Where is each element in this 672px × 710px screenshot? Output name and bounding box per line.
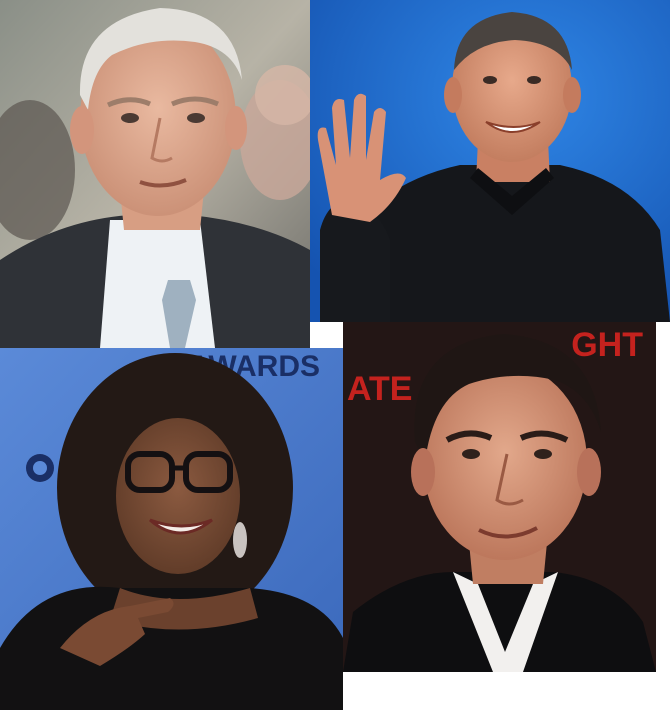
photo-tile-top-left (0, 0, 310, 348)
photo-tile-bottom-right: ATE GHT (343, 322, 656, 672)
poster-text-left: ATE (347, 370, 412, 408)
photo-tile-bottom-left: AWARDS (0, 348, 343, 710)
woman-with-glasses-photo: AWARDS (0, 348, 343, 710)
man-dark-hair-photo: ATE GHT (343, 322, 656, 672)
man-in-suit-photo (0, 0, 310, 348)
poster-text-right: GHT (571, 326, 643, 364)
man-waving-photo (310, 0, 670, 322)
photo-tile-top-right (310, 0, 670, 322)
peacock-logo-icon (26, 454, 54, 482)
